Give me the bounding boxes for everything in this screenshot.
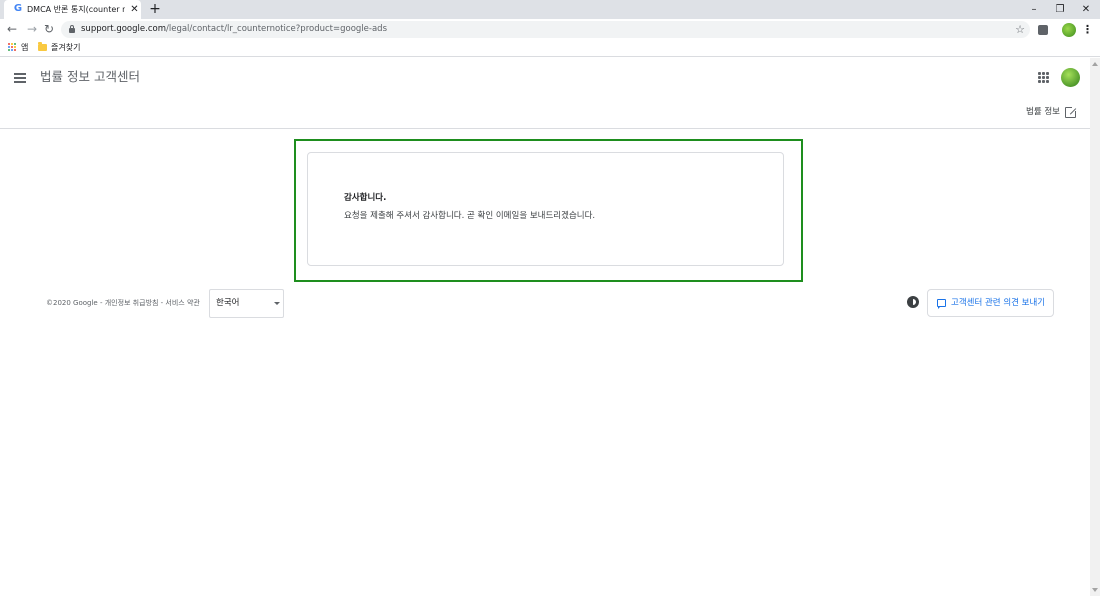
page-header: 법률 정보 고객센터: [0, 58, 1090, 96]
bookmarks-bar: 앱 즐겨찾기: [0, 40, 1100, 57]
legal-info-link[interactable]: 법률 정보: [1026, 104, 1060, 120]
confirmation-card: 감사합니다. 요청을 제출해 주셔서 감사합니다. 곧 확인 이메일을 보내드리…: [307, 152, 784, 266]
url-host: support.google.com: [81, 24, 166, 34]
url-path: /legal/contact/lr_counternotice?product=…: [165, 24, 387, 34]
footer-links[interactable]: ©2020 Google - 개인정보 취급방침 - 서비스 약관: [46, 296, 200, 310]
address-bar[interactable]: support.google.com/legal/contact/lr_coun…: [61, 21, 1030, 38]
window-close-button[interactable]: ✕: [1072, 0, 1100, 19]
dark-theme-toggle-icon[interactable]: [907, 296, 919, 308]
browser-tab[interactable]: G DMCA 반론 통지(counter notific ✕: [4, 0, 141, 19]
url-text[interactable]: support.google.com/legal/contact/lr_coun…: [81, 21, 387, 38]
bookmark-favorites[interactable]: 즐겨찾기: [51, 40, 80, 56]
confirmation-title: 감사합니다.: [344, 193, 387, 203]
apps-dot: [14, 46, 16, 48]
account-avatar[interactable]: [1061, 68, 1080, 87]
window-minimize-button[interactable]: –: [1020, 0, 1048, 19]
browser-tab-strip: G DMCA 반론 통지(counter notific ✕ + – ❐ ✕: [0, 0, 1100, 19]
google-apps-icon[interactable]: [1038, 72, 1049, 83]
reload-icon[interactable]: ↻: [41, 21, 57, 38]
browser-profile-avatar[interactable]: [1062, 23, 1076, 37]
confirmation-message: 요청을 제출해 주셔서 감사합니다. 곧 확인 이메일을 보내드리겠습니다.: [344, 211, 596, 221]
scroll-down-arrow-icon[interactable]: [1092, 588, 1098, 592]
apps-dot: [11, 46, 13, 48]
feedback-icon: [937, 299, 946, 309]
apps-dot: [14, 49, 16, 51]
open-in-new-icon[interactable]: [1065, 105, 1078, 118]
bookmark-star-icon[interactable]: ☆: [1013, 21, 1027, 38]
tab-close-icon[interactable]: ✕: [129, 3, 140, 16]
page-title[interactable]: 법률 정보 고객센터: [40, 68, 140, 86]
forward-arrow-icon[interactable]: →: [24, 21, 40, 38]
apps-dot: [8, 46, 10, 48]
bookmark-apps[interactable]: 앱: [21, 40, 28, 56]
scroll-up-arrow-icon[interactable]: [1092, 62, 1098, 66]
apps-shortcut-icon[interactable]: [8, 43, 17, 52]
lock-icon[interactable]: [69, 25, 75, 33]
folder-icon[interactable]: [38, 42, 47, 51]
language-select[interactable]: 한국어: [209, 289, 284, 318]
google-favicon-icon: G: [13, 3, 23, 14]
caret-down-icon: [274, 302, 280, 305]
browser-menu-icon[interactable]: ⋮: [1082, 21, 1093, 38]
apps-dot: [11, 43, 13, 45]
apps-dot: [8, 43, 10, 45]
send-feedback-button[interactable]: 고객센터 관련 의견 보내기: [927, 289, 1054, 317]
apps-dot: [14, 43, 16, 45]
extension-icon[interactable]: [1038, 25, 1048, 35]
apps-dot: [11, 49, 13, 51]
main-menu-icon[interactable]: [14, 72, 26, 83]
header-divider: [0, 128, 1090, 129]
feedback-label: 고객센터 관련 의견 보내기: [951, 298, 1046, 308]
language-value: 한국어: [216, 298, 240, 308]
page-scrollbar[interactable]: [1090, 58, 1100, 596]
window-maximize-button[interactable]: ❐: [1046, 0, 1074, 19]
back-arrow-icon[interactable]: ←: [4, 21, 20, 38]
tab-title: DMCA 반론 통지(counter notific: [27, 5, 125, 14]
new-tab-button[interactable]: +: [147, 1, 163, 18]
browser-toolbar: ← → ↻ support.google.com/legal/contact/l…: [0, 19, 1100, 40]
apps-dot: [8, 49, 10, 51]
